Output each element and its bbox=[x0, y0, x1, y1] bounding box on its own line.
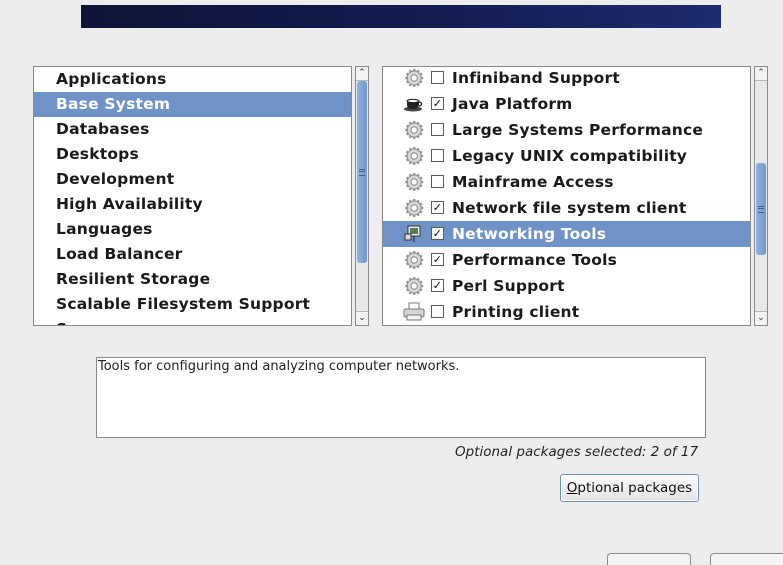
package-row[interactable]: Large Systems Performance bbox=[383, 117, 750, 143]
category-item[interactable]: Databases bbox=[34, 117, 351, 142]
scroll-up-arrow-icon[interactable]: ⌃ bbox=[755, 67, 767, 81]
package-row[interactable]: Legacy UNIX compatibility bbox=[383, 143, 750, 169]
coffee-cup-icon bbox=[403, 94, 425, 114]
category-item[interactable]: Development bbox=[34, 167, 351, 192]
package-row[interactable]: ✓ Perl Support bbox=[383, 273, 750, 299]
scrollbar-thumb[interactable] bbox=[756, 163, 766, 255]
package-checkbox[interactable]: ✓ bbox=[431, 227, 444, 240]
category-item[interactable]: Scalable Filesystem Support bbox=[34, 292, 351, 317]
package-label: Performance Tools bbox=[452, 251, 618, 269]
package-group-list[interactable]: Infiniband Support ✓ Java Platform Large Sy… bbox=[382, 66, 751, 326]
scroll-up-arrow-icon[interactable]: ⌃ bbox=[356, 67, 368, 81]
package-checkbox[interactable] bbox=[431, 71, 444, 84]
next-button[interactable] bbox=[710, 553, 783, 565]
gear-icon bbox=[403, 172, 425, 192]
package-label: Infiniband Support bbox=[452, 69, 620, 87]
package-row[interactable]: Mainframe Access bbox=[383, 169, 750, 195]
package-label: Printing client bbox=[452, 303, 580, 321]
gear-icon bbox=[403, 250, 425, 270]
package-label: Large Systems Performance bbox=[452, 121, 704, 139]
package-checkbox[interactable] bbox=[431, 175, 444, 188]
package-label: Java Platform bbox=[452, 95, 573, 113]
package-checkbox[interactable] bbox=[431, 305, 444, 318]
gear-icon bbox=[403, 198, 425, 218]
back-button[interactable] bbox=[607, 553, 691, 565]
package-list-scrollbar[interactable]: ⌃ ⌄ bbox=[754, 66, 768, 326]
category-list[interactable]: Applications Base System Databases Desktops… bbox=[33, 66, 352, 326]
gear-icon bbox=[403, 146, 425, 166]
package-label: Perl Support bbox=[452, 277, 565, 295]
category-item[interactable]: Languages bbox=[34, 217, 351, 242]
category-item[interactable]: High Availability bbox=[34, 192, 351, 217]
scrollbar-thumb[interactable] bbox=[357, 81, 367, 263]
package-checkbox[interactable]: ✓ bbox=[431, 97, 444, 110]
network-icon bbox=[403, 224, 425, 244]
category-item[interactable]: Load Balancer bbox=[34, 242, 351, 267]
package-label: Networking Tools bbox=[452, 225, 607, 243]
category-item[interactable]: Desktops bbox=[34, 142, 351, 167]
package-checkbox[interactable]: ✓ bbox=[431, 253, 444, 266]
package-label: Network file system client bbox=[452, 199, 687, 217]
package-row[interactable]: ✓ Java Platform bbox=[383, 91, 750, 117]
category-item[interactable]: Applications bbox=[34, 67, 351, 92]
package-checkbox[interactable]: ✓ bbox=[431, 279, 444, 292]
category-item[interactable]: Resilient Storage bbox=[34, 267, 351, 292]
gear-icon bbox=[403, 68, 425, 88]
gear-icon bbox=[403, 276, 425, 296]
gear-icon bbox=[403, 120, 425, 140]
optional-packages-status: Optional packages selected: 2 of 17 bbox=[455, 444, 699, 460]
printer-icon bbox=[403, 302, 425, 322]
package-checkbox[interactable] bbox=[431, 123, 444, 136]
scroll-down-arrow-icon[interactable]: ⌄ bbox=[755, 311, 767, 325]
package-row[interactable]: ✓ Performance Tools bbox=[383, 247, 750, 273]
category-item[interactable]: Base System bbox=[34, 92, 351, 117]
package-row[interactable]: ✓ Network file system client bbox=[383, 195, 750, 221]
package-description: Tools for configuring and analyzing comp… bbox=[96, 357, 706, 438]
category-list-scrollbar[interactable]: ⌃ ⌄ bbox=[355, 66, 369, 326]
package-row[interactable]: ✓ Networking Tools bbox=[383, 221, 750, 247]
scroll-down-arrow-icon[interactable]: ⌄ bbox=[356, 311, 368, 325]
package-row[interactable]: Infiniband Support bbox=[383, 67, 750, 91]
package-checkbox[interactable]: ✓ bbox=[431, 201, 444, 214]
package-label: Mainframe Access bbox=[452, 173, 614, 191]
package-row[interactable]: Printing client bbox=[383, 299, 750, 325]
category-item[interactable]: S... bbox=[34, 317, 351, 325]
optional-packages-button[interactable]: Optional packages bbox=[560, 474, 699, 502]
package-checkbox[interactable] bbox=[431, 149, 444, 162]
package-label: Legacy UNIX compatibility bbox=[452, 147, 688, 165]
header-banner bbox=[81, 5, 721, 28]
